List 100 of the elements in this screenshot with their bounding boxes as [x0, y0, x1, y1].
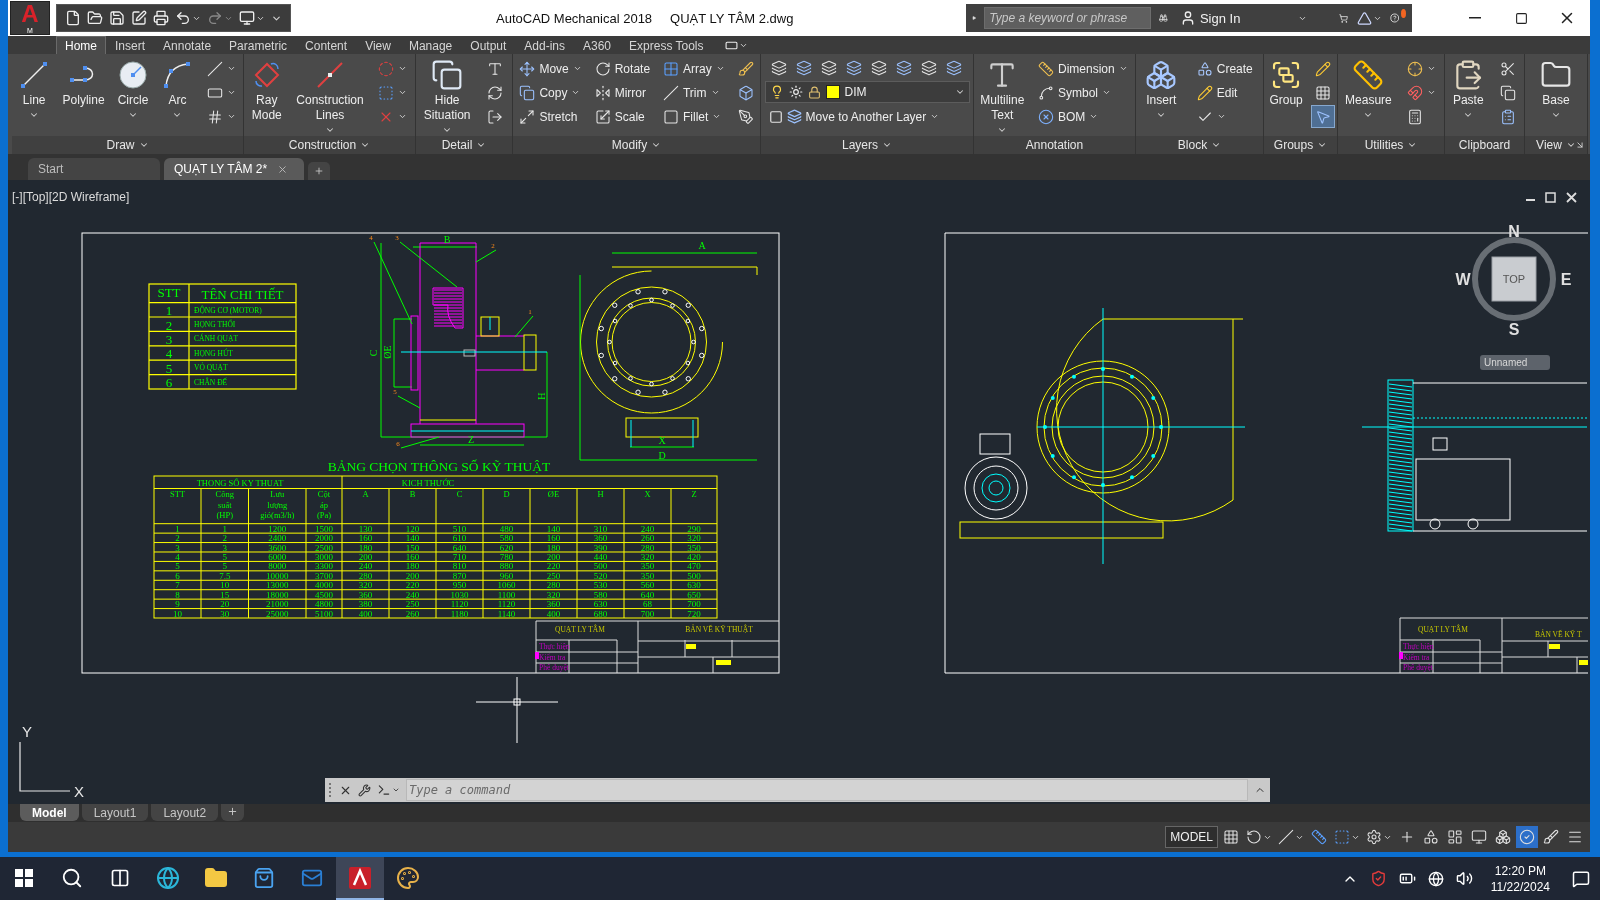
table-cell: 2400: [268, 533, 287, 544]
panel-title-button[interactable]: Draw: [102, 138, 153, 152]
table-cell: 4000: [315, 580, 333, 591]
table-cell: 1100: [497, 589, 516, 600]
compass-label[interactable]: E: [1560, 271, 1572, 288]
ribbon-button[interactable]: Dimension: [1033, 57, 1132, 80]
ribbon-tab[interactable]: Annotate: [154, 36, 221, 54]
command-input[interactable]: Type a command: [406, 779, 1248, 801]
ribbon-button[interactable]: Copy: [515, 81, 586, 104]
ribbon-button[interactable]: Line: [15, 57, 54, 122]
ribbon-button[interactable]: Polyline: [59, 57, 108, 110]
dimension-label: H: [536, 392, 547, 400]
ribbon-button[interactable]: Mirror: [590, 81, 655, 104]
table-cell: 1500: [315, 523, 333, 534]
ribbon-button[interactable]: Stretch: [515, 105, 586, 128]
table-cell: 390: [593, 542, 608, 553]
table-cell: 4: [175, 552, 180, 562]
column-header: Cột áp (Pa): [316, 489, 332, 520]
ribbon-button[interactable]: Move to Another Layer: [764, 105, 970, 128]
panel-title-button[interactable]: Clipboard: [1454, 138, 1515, 152]
ribbon-tab[interactable]: View: [356, 36, 400, 54]
table-cell: 220: [546, 561, 561, 572]
ribbon-button[interactable]: Measure: [1342, 57, 1395, 122]
app-title: AutoCAD Mechanical 2018: [496, 10, 653, 26]
column-header: B: [409, 489, 416, 499]
table-cell: 3600: [268, 542, 287, 553]
ribbon-button[interactable]: Scale: [590, 105, 655, 128]
ribbon-tab[interactable]: Insert: [106, 36, 155, 54]
ribbon-button[interactable]: Multiline Text: [977, 57, 1028, 137]
ribbon-button[interactable]: Insert: [1142, 57, 1181, 122]
dimension-label: B: [443, 234, 451, 245]
table-cell: 320: [358, 580, 373, 591]
table-cell: 9: [175, 599, 180, 610]
ribbon-button[interactable]: Paste: [1449, 57, 1488, 122]
ribbon-tab[interactable]: Manage: [399, 36, 462, 54]
table-cell: 360: [593, 533, 608, 544]
table-cell: 5: [175, 561, 180, 572]
dimension-label: D: [658, 450, 666, 461]
table-cell: 960: [499, 570, 514, 581]
ribbon-button[interactable]: Symbol: [1033, 81, 1132, 104]
ribbon-button[interactable]: Move: [515, 57, 586, 80]
panel-title-button[interactable]: View: [1532, 138, 1580, 152]
ribbon-tab[interactable]: Content: [296, 36, 357, 54]
ribbon-button[interactable]: Rotate: [590, 57, 655, 80]
table-cell: 10: [173, 608, 182, 619]
table-cell: 360: [546, 599, 561, 610]
table-cell: 130: [358, 523, 373, 534]
panel-title-button[interactable]: Modify: [607, 138, 666, 152]
ribbon-tab[interactable]: Output: [461, 36, 516, 54]
ribbon-button[interactable]: Edit: [1192, 81, 1257, 104]
viewport-controls-label[interactable]: [-][Top][2D Wireframe]: [12, 190, 130, 204]
table-cell: 470: [687, 561, 701, 572]
ribbon-tab[interactable]: Express Tools: [620, 36, 713, 54]
file-tab[interactable]: Start: [28, 158, 160, 180]
ribbon-button[interactable]: Trim: [658, 81, 729, 104]
ribbon-tab[interactable]: Parametric: [220, 36, 297, 54]
clock-button[interactable]: 12:20 PM 11/22/2024: [1490, 862, 1550, 895]
ribbon-tab[interactable]: Home: [56, 36, 106, 54]
ribbon-button[interactable]: Construction Lines: [293, 57, 367, 137]
ucs-menu-label: Unnamed: [1484, 357, 1528, 368]
table-cell: 2: [165, 317, 173, 333]
ribbon-button[interactable]: Fillet: [658, 105, 729, 128]
ribbon-button[interactable]: Group: [1266, 57, 1306, 110]
search-field[interactable]: Type a keyword or phrase: [984, 7, 1152, 29]
ribbon-button[interactable]: Base: [1537, 57, 1575, 122]
layout-tab[interactable]: Layout2: [151, 804, 219, 821]
ribbon-button[interactable]: Circle: [114, 57, 152, 122]
compass-label[interactable]: W: [1455, 271, 1471, 288]
file-tab[interactable]: QUẠT LY TÂM 2*: [164, 158, 304, 180]
table-cell: 1140: [497, 608, 516, 619]
table-cell: 680: [593, 608, 608, 619]
ribbon-button[interactable]: Create: [1192, 57, 1257, 80]
layer-dropdown[interactable]: DIM: [764, 81, 970, 103]
ribbon-tab[interactable]: A360: [574, 36, 621, 54]
ribbon-button[interactable]: Arc: [158, 57, 197, 122]
sign-in-button[interactable]: Sign In: [1175, 10, 1312, 26]
column-header: Z: [691, 489, 697, 499]
panel-title-button[interactable]: Block: [1173, 138, 1226, 152]
panel-title-button[interactable]: Groups: [1269, 138, 1332, 152]
table-cell: 5100: [315, 608, 333, 619]
table-cell: 18000: [266, 589, 289, 600]
model-space-button[interactable]: MODEL: [1165, 826, 1218, 848]
ribbon-button[interactable]: Ray Mode: [247, 57, 286, 125]
layout-tab[interactable]: Layout1: [81, 804, 149, 821]
panel-title-button[interactable]: Construction: [284, 138, 375, 152]
table-cell: 200: [546, 552, 561, 562]
table-cell: 3: [165, 331, 173, 347]
layout-tab[interactable]: Model: [20, 804, 79, 821]
panel-title-button[interactable]: Detail: [437, 138, 491, 152]
ribbon-button[interactable]: BOM: [1033, 105, 1132, 128]
ribbon-tab[interactable]: Add-ins: [515, 36, 574, 54]
ribbon-button[interactable]: Hide Situation: [420, 57, 474, 137]
ribbon-button[interactable]: Array: [658, 57, 729, 80]
table-cell: 7: [175, 580, 180, 591]
panel-title-button[interactable]: Utilities: [1360, 138, 1422, 152]
panel-title-button[interactable]: Annotation: [1021, 138, 1088, 152]
table-cell: 710: [452, 552, 467, 562]
table-cell: 780: [499, 552, 514, 562]
panel-title-button[interactable]: Layers: [838, 138, 896, 152]
compass-label[interactable]: S: [1508, 321, 1520, 338]
